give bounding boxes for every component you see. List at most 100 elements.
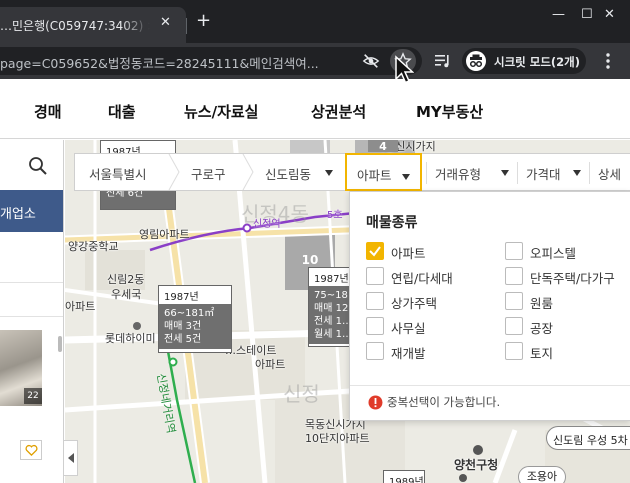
agency-tab[interactable]: 개업소 bbox=[0, 190, 63, 232]
site-nav: 경매 대출 뉴스/자료실 상권분석 MY부동산 bbox=[0, 79, 630, 139]
chevron-right-icon bbox=[168, 154, 180, 190]
search-icon[interactable] bbox=[28, 156, 48, 176]
tab-title: …민은행(C059747:3402) > KB bbox=[0, 19, 150, 33]
agency-tab-label: 개업소 bbox=[0, 207, 36, 222]
option-label[interactable]: 토지 bbox=[530, 343, 553, 362]
mouse-cursor-icon bbox=[395, 55, 414, 84]
list-scrollbar[interactable] bbox=[58, 336, 62, 352]
crumb-dong[interactable]: 신도림동 bbox=[265, 164, 311, 183]
option-label[interactable]: 공장 bbox=[530, 318, 553, 337]
option-label[interactable]: 원룸 bbox=[530, 293, 553, 312]
map-label-youngrim-apt: 영림아파트 bbox=[139, 228, 190, 241]
browser-tab[interactable]: …민은행(C059747:3402) > KB ✕ bbox=[0, 7, 186, 43]
chevron-left-icon bbox=[68, 453, 74, 463]
tab-close-icon[interactable]: ✕ bbox=[160, 15, 171, 30]
card-line: 매매 3건 bbox=[164, 321, 202, 332]
property-type-dropdown: 매물종류 아파트 오피스텔 연립/다세대 단독주택/다가구 상가주택 원룸 사무… bbox=[349, 191, 630, 421]
crumb-property-type[interactable]: 아파트 bbox=[345, 153, 422, 191]
checkbox-villa[interactable] bbox=[366, 267, 384, 285]
map-label-shinrim2: 신림2동 bbox=[107, 273, 145, 286]
photo-count-badge: 22 bbox=[24, 388, 42, 404]
alert-icon bbox=[368, 395, 383, 410]
chevron-right-icon bbox=[242, 154, 254, 190]
maximize-button[interactable]: ☐ bbox=[581, 7, 593, 22]
checkbox-land[interactable] bbox=[505, 342, 523, 360]
checkbox-office[interactable] bbox=[366, 317, 384, 335]
map-label-line5: 5호 bbox=[327, 210, 343, 221]
map-label-woosekuk: 우세국 bbox=[111, 288, 142, 301]
filter-deal-type[interactable]: 거래유형 bbox=[435, 164, 481, 183]
checkbox-detached[interactable] bbox=[505, 267, 523, 285]
nav-loan[interactable]: 대출 bbox=[108, 101, 136, 122]
option-label[interactable]: 아파트 bbox=[391, 243, 426, 262]
list-divider bbox=[0, 316, 63, 317]
filter-divider bbox=[589, 162, 590, 184]
minimize-button[interactable]: — bbox=[552, 7, 565, 22]
map-label-lotte-highmi: 롯데하이미 bbox=[105, 332, 156, 345]
tab-separator bbox=[186, 18, 187, 34]
map-label-yangcheon-gu: 양천구청 bbox=[454, 458, 499, 472]
card-year: 1987년 bbox=[309, 268, 353, 286]
checkbox-factory[interactable] bbox=[505, 317, 523, 335]
checkbox-apartment[interactable] bbox=[366, 242, 384, 260]
map-watermark-bottom: 신정 bbox=[283, 382, 320, 406]
crumb-city[interactable]: 서울특별시 bbox=[89, 164, 147, 183]
card-line: 월세 1… bbox=[314, 329, 352, 340]
map-label-state-2: 아파트 bbox=[255, 358, 286, 371]
caret-down-icon bbox=[325, 170, 333, 176]
option-label[interactable]: 상가주택 bbox=[391, 293, 437, 312]
browser-tabbar: …민은행(C059747:3402) > KB ✕ + — ☐ ✕ bbox=[0, 0, 630, 43]
card-line: 전세 5건 bbox=[164, 334, 202, 345]
checkbox-shop-house[interactable] bbox=[366, 292, 384, 310]
close-window-button[interactable]: ✕ bbox=[604, 7, 615, 22]
nav-commercial-analysis[interactable]: 상권분석 bbox=[311, 101, 366, 122]
map-bottom-pill[interactable]: 조용아 bbox=[518, 466, 566, 483]
crumb-property-type-label: 아파트 bbox=[357, 168, 392, 183]
check-icon bbox=[369, 246, 381, 257]
map-block-number-top: 4 bbox=[368, 140, 398, 153]
checkbox-oneroom[interactable] bbox=[505, 292, 523, 310]
address-bar[interactable]: page=C059652&법정동코드=28245111&메인검색여... bbox=[0, 47, 422, 75]
dropdown-title: 매물종류 bbox=[366, 215, 418, 231]
map-label-sinjeong-station: 신정역 bbox=[253, 219, 281, 230]
card-line: 66~181㎡ bbox=[164, 308, 215, 319]
card-year: 1989년 bbox=[384, 471, 424, 483]
crumb-district[interactable]: 구로구 bbox=[191, 164, 226, 183]
card-year: 1987년 bbox=[159, 286, 231, 304]
favorite-button[interactable] bbox=[20, 440, 42, 460]
collapse-panel-button[interactable] bbox=[64, 440, 78, 476]
map-label-mokdong-2: 10단지아파트 bbox=[305, 432, 370, 445]
map-info-card-1987[interactable]: 1987년 66~181㎡ 매매 3건 전세 5건 bbox=[158, 285, 232, 353]
url-text[interactable]: page=C059652&법정동코드=28245111&메인검색여... bbox=[0, 53, 345, 72]
option-label[interactable]: 단독주택/다가구 bbox=[530, 268, 615, 287]
option-label[interactable]: 연립/다세대 bbox=[391, 268, 453, 287]
filter-divider bbox=[517, 162, 518, 184]
map-info-card-1989[interactable]: 1989년 bbox=[383, 470, 425, 483]
map-complex-tooltip[interactable]: 신도림 우성 5차 bbox=[546, 426, 630, 450]
listing-panel: 개업소 22 bbox=[0, 140, 64, 483]
option-label[interactable]: 재개발 bbox=[391, 343, 426, 362]
incognito-pill[interactable]: 시크릿 모드(2개) bbox=[462, 48, 586, 74]
incognito-label: 시크릿 모드(2개) bbox=[494, 55, 580, 69]
list-divider bbox=[0, 282, 63, 283]
nav-my-realestate[interactable]: MY부동산 bbox=[416, 101, 483, 122]
checkbox-redevelopment[interactable] bbox=[366, 342, 384, 360]
filter-divider bbox=[426, 162, 427, 184]
reading-list-icon[interactable] bbox=[434, 52, 452, 70]
nav-news[interactable]: 뉴스/자료실 bbox=[184, 101, 258, 122]
option-label[interactable]: 사무실 bbox=[391, 318, 426, 337]
map-info-card-1987-b[interactable]: 1987년 75~18… 매매 12… 전세 1… 월세 1… bbox=[308, 267, 353, 347]
new-tab-button[interactable]: + bbox=[196, 12, 211, 30]
nav-auction[interactable]: 경매 bbox=[34, 101, 62, 122]
more-menu-icon[interactable] bbox=[602, 52, 614, 70]
eye-off-icon[interactable] bbox=[362, 52, 380, 70]
caret-down-icon bbox=[501, 170, 509, 176]
caret-down-icon bbox=[573, 170, 581, 176]
checkbox-officetel[interactable] bbox=[505, 242, 523, 260]
option-label[interactable]: 오피스텔 bbox=[530, 243, 576, 262]
map-label-yanggang-school: 양강중학교 bbox=[68, 240, 119, 253]
filter-detail[interactable]: 상세 bbox=[598, 164, 621, 183]
filter-price[interactable]: 가격대 bbox=[526, 164, 561, 183]
card-line: 매매 12… bbox=[314, 303, 353, 314]
region-filter-bar: 서울특별시 구로구 신도림동 아파트 거래유형 가격대 상세 bbox=[74, 153, 630, 191]
